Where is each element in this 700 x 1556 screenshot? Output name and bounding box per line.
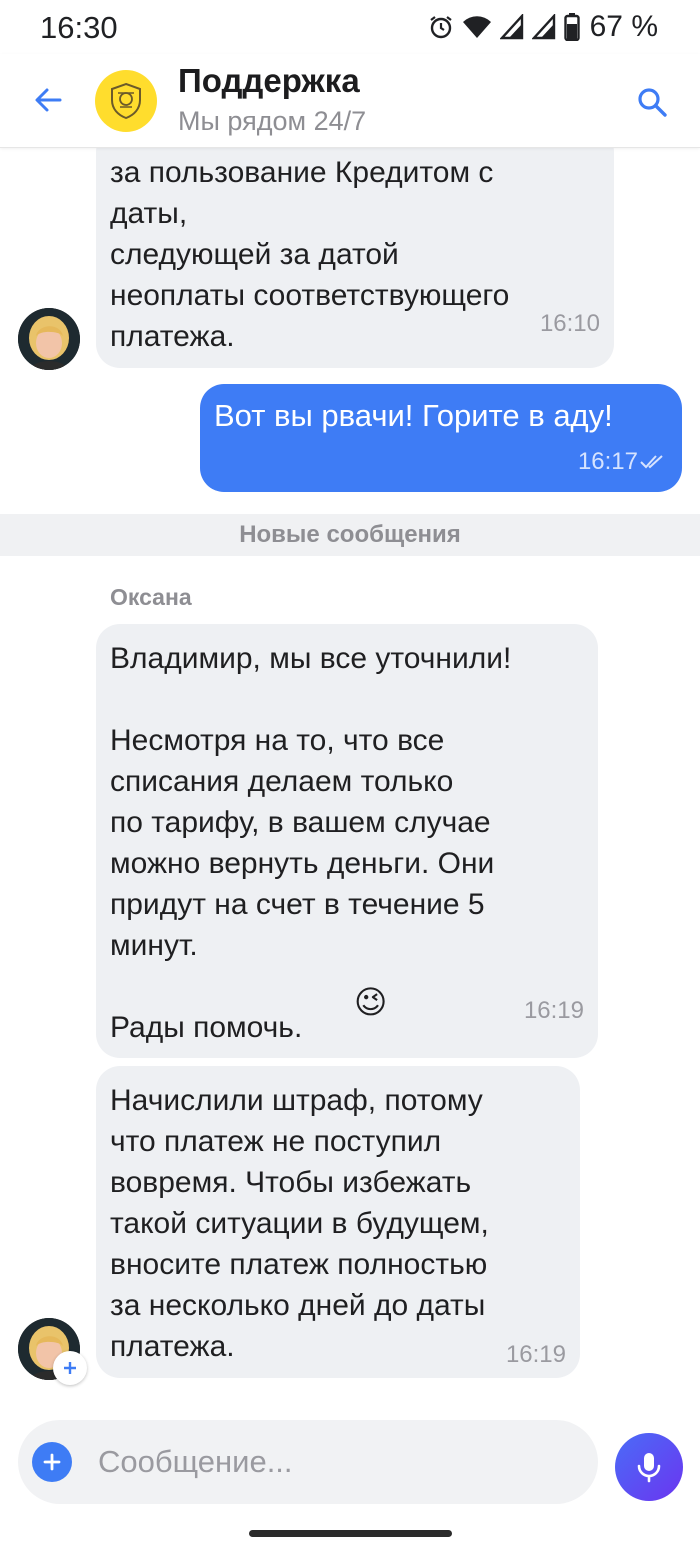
home-indicator[interactable]: [249, 1530, 452, 1537]
incoming-message[interactable]: Начислили штраф, потому что платеж не по…: [96, 1066, 580, 1378]
status-time: 16:30: [40, 10, 118, 45]
message-time: 16:10: [539, 310, 600, 337]
signal-icon: [531, 14, 556, 40]
incoming-message[interactable]: Владимир, мы все уточнили! Несмотря на т…: [96, 624, 598, 1058]
agent-avatar[interactable]: [18, 308, 80, 370]
shield-logo-icon: [111, 82, 141, 120]
status-icons: 67 %: [428, 10, 658, 44]
plus-icon: [43, 1453, 61, 1471]
message-text: Начислили штраф, потому что платеж не по…: [110, 1084, 489, 1363]
message-time: 16:19: [523, 997, 584, 1024]
message-composer: [18, 1420, 598, 1504]
avatar-add-badge[interactable]: [53, 1351, 87, 1385]
message-input[interactable]: [98, 1438, 578, 1486]
battery-level: 67 %: [589, 10, 658, 43]
wink-emoji: 😉: [354, 984, 388, 1020]
arrow-left-icon: [35, 88, 62, 112]
chat-subtitle: Мы рядом 24/7: [178, 106, 367, 136]
chat-title: Поддержка: [178, 62, 360, 99]
alarm-icon: [428, 14, 454, 40]
message-list[interactable]: за пользование Кредитом с даты, следующе…: [0, 148, 700, 1408]
battery-icon: [563, 13, 580, 41]
microphone-icon: [637, 1453, 661, 1483]
incoming-message[interactable]: за пользование Кредитом с даты, следующе…: [96, 148, 614, 368]
message-time: 16:17: [577, 448, 638, 475]
status-bar: 16:30 67 %: [0, 0, 700, 54]
search-icon: [638, 88, 667, 117]
sender-name: Оксана: [110, 584, 192, 610]
voice-record-button[interactable]: [615, 1433, 683, 1501]
message-text: за пользование Кредитом с даты, следующе…: [110, 156, 510, 353]
outgoing-message[interactable]: Вот вы рвачи! Горите в аду! 16:17: [200, 384, 682, 492]
wifi-icon: [462, 14, 492, 40]
double-check-icon: [640, 455, 663, 469]
message-time: 16:19: [505, 1341, 566, 1368]
message-text: Владимир, мы все уточнили! Несмотря на т…: [110, 642, 512, 1044]
bank-logo-avatar[interactable]: [95, 70, 157, 132]
chat-header: Поддержка Мы рядом 24/7: [0, 54, 700, 148]
message-text: Вот вы рвачи! Горите в аду!: [214, 398, 613, 433]
back-button[interactable]: [24, 78, 72, 122]
attach-button[interactable]: [32, 1442, 72, 1482]
new-messages-divider: Новые сообщения: [0, 514, 700, 556]
search-button[interactable]: [628, 78, 676, 126]
plus-icon: [64, 1362, 76, 1374]
signal-icon: [499, 14, 524, 40]
